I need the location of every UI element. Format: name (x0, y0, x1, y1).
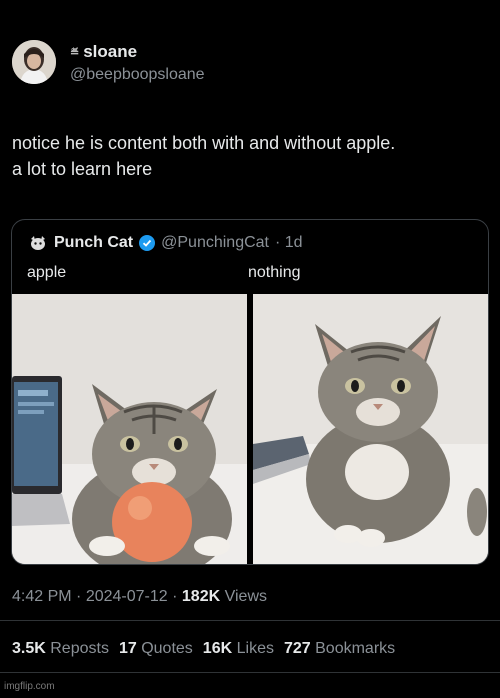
quoted-age: · 1d (274, 234, 303, 251)
divider (0, 620, 500, 621)
watermark: imgflip.com (4, 681, 55, 692)
tweet-text-line: notice he is content both with and witho… (12, 133, 396, 153)
image-label-apple: apple (27, 264, 67, 281)
tweet-time[interactable]: 4:42 PM (12, 588, 72, 605)
tweet-text-line: a lot to learn here (12, 159, 153, 179)
cat-with-apple-image[interactable] (12, 294, 247, 564)
bookmarks-label: Bookmarks (315, 640, 396, 657)
likes-stat[interactable]: 16K Likes (203, 640, 274, 658)
image-label-nothing: nothing (248, 264, 301, 281)
cat-with-apple-photo (12, 294, 247, 564)
quoted-handle[interactable]: @PunchingCat (161, 234, 269, 252)
cat-with-nothing-image[interactable] (253, 294, 488, 564)
views-label: Views (224, 588, 267, 605)
quoted-tweet[interactable]: Punch Cat @PunchingCat · 1d apple nothin… (11, 219, 489, 565)
quotes-label: Quotes (141, 640, 193, 657)
quoted-name[interactable]: Punch Cat (54, 234, 133, 252)
quotes-stat[interactable]: 17 Quotes (119, 640, 193, 658)
tweet-date[interactable]: 2024-07-12 (86, 588, 168, 605)
tweet-meta: 4:42 PM · 2024-07-12 · 182K Views (12, 588, 267, 606)
reposts-stat[interactable]: 3.5K Reposts (12, 640, 109, 658)
cat-with-nothing-photo (253, 294, 488, 564)
author-handle[interactable]: @beepboopsloane (70, 66, 205, 84)
views-count: 182K (181, 588, 221, 605)
reposts-label: Reposts (50, 640, 109, 657)
author-emoji-icon: ≝ (70, 46, 80, 59)
reposts-count: 3.5K (12, 640, 46, 657)
divider (0, 672, 500, 673)
author-name[interactable]: sloane (83, 42, 137, 62)
meta-separator: · (172, 588, 178, 605)
likes-label: Likes (236, 640, 274, 657)
tweet-text: notice he is content both with and witho… (12, 130, 492, 182)
avatar-image (12, 40, 56, 84)
verified-badge-icon (139, 235, 156, 251)
avatar[interactable] (12, 40, 56, 84)
bookmarks-stat[interactable]: 727 Bookmarks (284, 640, 395, 658)
bookmarks-count: 727 (283, 640, 311, 657)
quoted-avatar-icon (28, 233, 48, 253)
meta-separator: · (76, 588, 82, 605)
quotes-count: 17 (118, 640, 137, 657)
likes-count: 16K (202, 640, 233, 657)
engagement-stats: 3.5K Reposts 17 Quotes 16K Likes 727 Boo… (12, 640, 395, 658)
